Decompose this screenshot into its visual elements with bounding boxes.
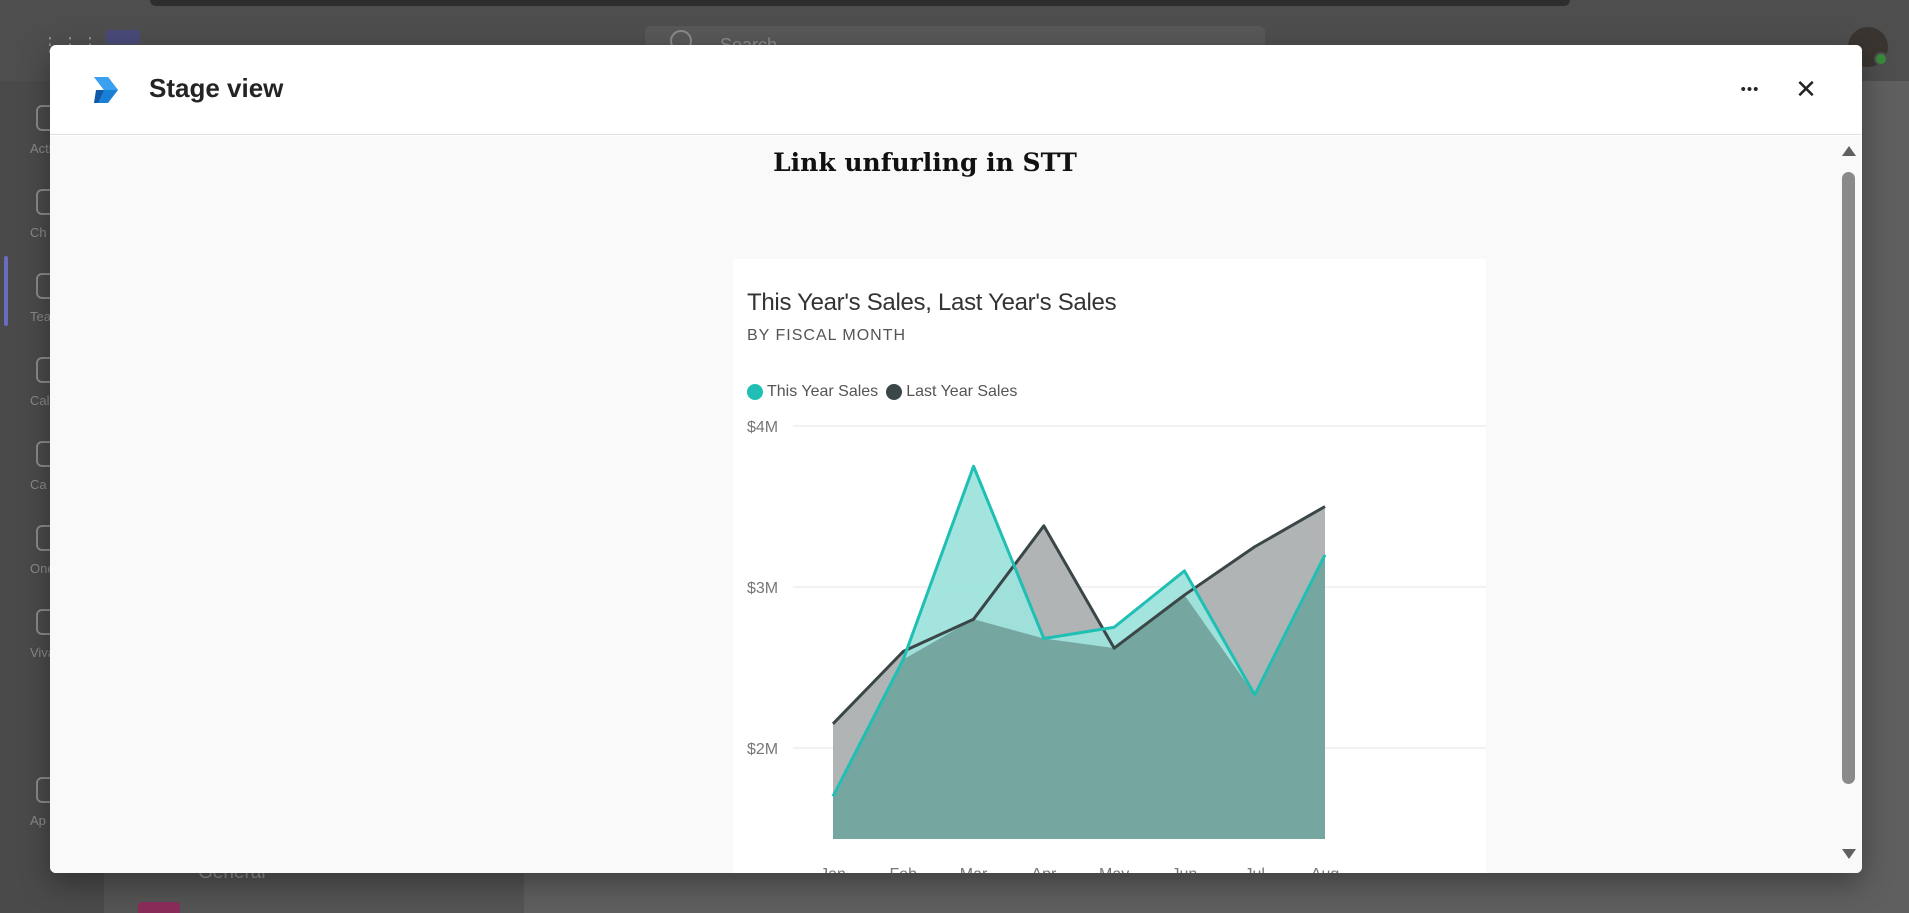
- more-options-icon: •••: [1740, 80, 1760, 98]
- background-window-strip: [150, 0, 1570, 6]
- presence-status-icon: [1874, 52, 1888, 66]
- app-logo-icon: [94, 77, 118, 103]
- scrollbar-thumb[interactable]: [1842, 172, 1855, 784]
- stage-view-dialog: Stage view ••• ✕ Link unfurling in STT T…: [50, 45, 1862, 873]
- scroll-up-arrow-icon[interactable]: [1842, 146, 1856, 156]
- y-tick-label: $4M: [747, 419, 778, 436]
- x-tick-label: Mar: [960, 866, 988, 873]
- x-tick-label: Apr: [1031, 866, 1057, 873]
- y-tick-label: $3M: [747, 580, 778, 597]
- x-tick-label: May: [1099, 866, 1129, 873]
- scroll-down-arrow-icon[interactable]: [1842, 849, 1856, 859]
- vertical-scrollbar[interactable]: [1838, 136, 1858, 873]
- close-icon: ✕: [1795, 73, 1817, 104]
- x-tick-label: Jan: [820, 866, 846, 873]
- content-title: Link unfurling in STT: [773, 148, 1077, 177]
- x-tick-label: Jul: [1244, 866, 1264, 873]
- more-options-button[interactable]: •••: [1731, 69, 1769, 109]
- background-team-badge: [138, 902, 180, 913]
- x-tick-label: Aug: [1311, 866, 1339, 873]
- close-button[interactable]: ✕: [1786, 67, 1826, 111]
- dialog-title: Stage view: [149, 73, 284, 103]
- x-tick-label: Jun: [1172, 866, 1198, 873]
- x-tick-label: Feb: [889, 866, 917, 873]
- teams-logo-icon: [106, 30, 140, 44]
- rail-active-indicator: [4, 256, 8, 326]
- y-tick-label: $2M: [747, 741, 778, 758]
- chart-card[interactable]: This Year's Sales, Last Year's Sales BY …: [733, 259, 1486, 873]
- dialog-header: Stage view ••• ✕: [50, 45, 1862, 135]
- dialog-body[interactable]: Link unfurling in STT This Year's Sales,…: [50, 136, 1862, 873]
- chart-plot: $4M $3M $2M Jan Feb Mar Apr May Jun Jul Aug: [747, 419, 1486, 873]
